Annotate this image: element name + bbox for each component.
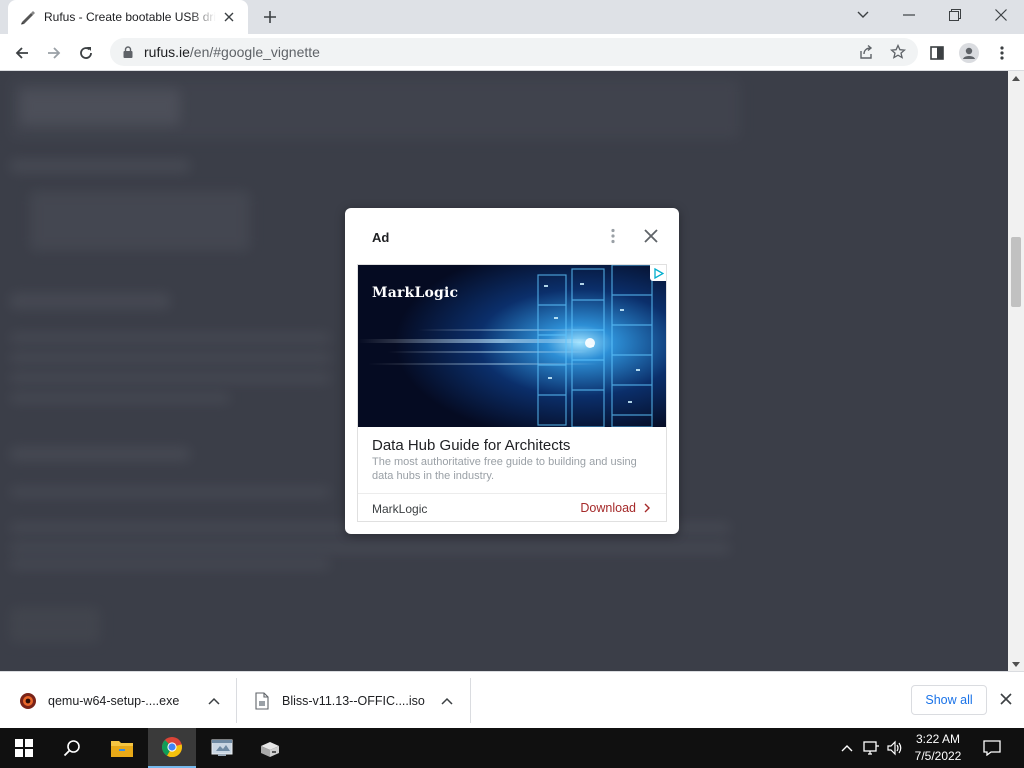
tab-search-icon[interactable] [840,0,886,30]
blurred-page-content [10,293,170,309]
blurred-page-content [30,191,250,251]
blurred-page-content [10,543,730,553]
blurred-page-content [10,447,190,461]
blurred-page-content [10,607,100,643]
bookmark-star-icon[interactable] [885,39,911,65]
chevron-up-icon[interactable] [204,691,224,711]
cta-label: Download [580,501,636,515]
ad-description: The most authoritative free guide to bui… [372,456,637,482]
close-ad-icon[interactable] [639,225,663,247]
url-host: rufus.ie [144,44,190,60]
file-icon [252,691,272,711]
lock-icon[interactable] [120,44,136,60]
browser-tab[interactable]: Rufus - Create bootable USB drives the e… [8,0,248,34]
chrome-menu-icon[interactable] [988,39,1016,67]
more-options-icon[interactable] [603,226,623,246]
minimize-button[interactable] [886,0,932,30]
taskbar-clock[interactable]: 3:22 AM 7/5/2022 [904,731,972,765]
new-tab-button[interactable] [258,6,282,28]
side-panel-icon[interactable] [923,39,951,67]
search-icon[interactable] [48,728,96,768]
tab-title: Rufus - Create bootable USB drives the e… [44,10,216,24]
windows-start-icon[interactable] [0,728,48,768]
blurred-page-content [10,373,330,383]
chrome-icon[interactable] [148,728,196,768]
reload-button[interactable] [72,39,100,67]
blurred-page-content [20,89,180,125]
blurred-page-content [10,353,330,363]
download-filename: Bliss-v11.13--OFFIC....iso [282,693,425,708]
file-explorer-icon[interactable] [98,728,146,768]
url-path: /en/#google_vignette [189,44,320,60]
blurred-page-content [10,159,190,173]
forward-button[interactable] [40,39,68,67]
blurred-page-content [10,487,330,497]
close-window-button[interactable] [978,0,1024,30]
qemu-icon [18,691,38,711]
windows-taskbar: 3:22 AM 7/5/2022 [0,728,1024,768]
url-text: rufus.ie/en/#google_vignette [144,44,320,60]
address-bar[interactable]: rufus.ie/en/#google_vignette [110,38,918,66]
download-item[interactable]: Bliss-v11.13--OFFIC....iso [252,672,470,729]
download-divider [470,678,471,723]
page-scrollbar[interactable] [1008,71,1024,671]
download-filename: qemu-w64-setup-....exe [48,693,180,708]
download-bar: qemu-w64-setup-....exe Bliss-v11.13--OFF… [0,671,1024,728]
ad-vignette-dialog: Ad MarkLogic Data Hub Guide for Architec… [345,208,679,534]
network-icon[interactable] [860,728,882,768]
restore-button[interactable] [932,0,978,30]
download-item[interactable]: qemu-w64-setup-....exe [18,672,236,729]
drive-tool-icon[interactable] [246,728,294,768]
marklogic-logo: MarkLogic [372,285,459,301]
volume-icon[interactable] [884,728,906,768]
ad-label: Ad [372,230,390,245]
blurred-page-content [10,333,330,343]
download-cta-button[interactable]: Download [580,501,650,515]
notification-center-icon[interactable] [978,728,1006,768]
ad-footer: MarkLogic Download [358,493,666,521]
rufus-icon [20,9,36,25]
share-icon[interactable] [853,39,879,65]
ad-creative[interactable]: MarkLogic Data Hub Guide for Architects … [357,264,667,522]
ad-advertiser: MarkLogic [372,502,428,516]
blurred-page-content [10,559,330,569]
show-all-button[interactable]: Show all [911,685,987,715]
clock-date: 7/5/2022 [914,749,962,763]
back-button[interactable] [8,39,36,67]
browser-toolbar: rufus.ie/en/#google_vignette [0,34,1024,71]
clock-time: 3:22 AM [915,732,961,746]
ad-image[interactable]: MarkLogic [358,265,666,427]
chevron-up-icon[interactable] [437,691,457,711]
blurred-page-content [10,393,230,403]
scroll-down-icon[interactable] [1008,657,1024,671]
close-tab-icon[interactable] [220,8,238,26]
profile-avatar-icon[interactable] [955,39,983,67]
scrollbar-thumb[interactable] [1011,237,1021,307]
scroll-up-icon[interactable] [1008,71,1024,85]
close-download-bar-icon[interactable] [996,689,1016,709]
ad-headline[interactable]: Data Hub Guide for Architects [372,437,570,454]
download-divider [236,678,237,723]
adchoices-icon[interactable] [650,265,666,281]
show-hidden-icons[interactable] [838,728,856,768]
app-window-icon[interactable] [198,728,246,768]
tab-strip: Rufus - Create bootable USB drives the e… [0,0,1024,34]
chevron-right-icon [644,503,650,513]
